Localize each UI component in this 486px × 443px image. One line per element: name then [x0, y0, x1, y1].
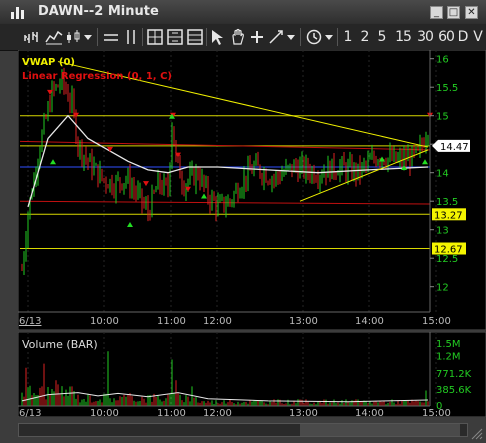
minimize-button[interactable]: _ — [430, 6, 443, 19]
hand-icon[interactable] — [229, 27, 247, 47]
toolbar-separator — [337, 28, 338, 46]
close-button[interactable]: ✕ — [465, 6, 478, 19]
price-tick-label: 14 — [436, 169, 449, 180]
volume-time-tick-label: 13:00 — [289, 408, 318, 417]
interval-30-button[interactable]: 30 — [415, 27, 435, 47]
toolbar-separator — [300, 28, 301, 46]
time-tick-label: 13:00 — [289, 316, 318, 327]
regression-legend: Linear Regression (0, 1, C) — [22, 71, 172, 82]
hline-icon[interactable] — [102, 27, 120, 47]
interval-5-button[interactable]: 5 — [376, 27, 388, 47]
price-tick-label: 15.5 — [436, 83, 458, 94]
volume-time-tick-label: 15:00 — [422, 408, 451, 417]
time-tick-label: 12:00 — [203, 316, 232, 327]
price-tag-label: 12.67 — [434, 245, 463, 256]
volume-tick-label: 771.2K — [436, 369, 472, 380]
candle-chart-icon[interactable] — [64, 27, 84, 47]
volume-tick-label: 1.5M — [436, 339, 461, 350]
title-bar[interactable]: DAWN--2 Minute _ □ ✕ — [0, 0, 486, 25]
price-tag-label: 13.27 — [434, 210, 463, 221]
volume-time-tick-label: 6/13 — [19, 408, 41, 417]
time-tick-label: 11:00 — [157, 316, 186, 327]
bar-chart-icon[interactable] — [22, 27, 42, 47]
layout-icon[interactable] — [186, 27, 204, 47]
volume-chart-panel[interactable]: 1.5M1.2M771.2K385.6K0 6/13 10:00 11:00 12:0… — [18, 332, 486, 417]
chart-window: DAWN--2 Minute _ □ ✕ 1 2 5 15 30 60 D V … — [0, 0, 486, 443]
volume-time-tick-label: 12:00 — [203, 408, 232, 417]
price-tick-label: 15 — [436, 112, 449, 123]
crosshair-icon[interactable] — [249, 27, 265, 47]
price-tick-label: 12.5 — [436, 254, 458, 265]
toolbar: 1 2 5 15 30 60 D V — [0, 24, 486, 51]
price-chart-panel[interactable]: 1615.51514.51413.51312.512 6/1310:0011:0… — [18, 50, 486, 330]
interval-15-button[interactable]: 15 — [393, 27, 413, 47]
dropdown-icon[interactable] — [323, 27, 335, 47]
volume-legend: Volume (BAR) — [22, 338, 98, 351]
vwap-legend: VWAP (0) — [22, 57, 75, 68]
time-tick-label: 14:00 — [355, 316, 384, 327]
toolbar-separator — [97, 28, 98, 46]
status-bar — [0, 418, 486, 443]
price-tick-label: 12 — [436, 283, 449, 294]
volume-time-tick-label: 11:00 — [157, 408, 186, 417]
interval-1-button[interactable]: 1 — [342, 27, 354, 47]
grid-icon[interactable] — [166, 27, 184, 47]
crosshair-grid-icon[interactable] — [146, 27, 164, 47]
interval-60-button[interactable]: 60 — [436, 27, 456, 47]
interval-volume-button[interactable]: V — [472, 27, 484, 47]
dropdown-icon[interactable] — [82, 27, 94, 47]
dropdown-icon[interactable] — [285, 27, 297, 47]
time-tick-label: 6/13 — [19, 316, 41, 327]
volume-tick-label: 1.2M — [436, 351, 461, 362]
resize-grip-icon[interactable] — [470, 427, 484, 441]
price-tag-label: 14.47 — [440, 142, 469, 153]
window-title: DAWN--2 Minute — [38, 4, 159, 19]
line-chart-icon[interactable] — [44, 27, 64, 47]
price-tick-label: 16 — [436, 55, 449, 66]
time-tick-label: 10:00 — [90, 316, 119, 327]
clock-icon[interactable] — [305, 27, 323, 47]
vline-icon[interactable] — [122, 27, 140, 47]
volume-time-tick-label: 10:00 — [90, 408, 119, 417]
volume-tick-label: 385.6K — [436, 385, 472, 396]
interval-2-button[interactable]: 2 — [359, 27, 371, 47]
time-tick-label: 15:00 — [422, 316, 451, 327]
price-tick-label: 13.5 — [436, 197, 458, 208]
toolbar-separator — [206, 28, 207, 46]
toolbar-separator — [142, 28, 143, 46]
scroll-thumb[interactable] — [300, 424, 460, 436]
trendline-icon[interactable] — [267, 27, 285, 47]
chart-app-icon — [11, 7, 24, 19]
price-tick-label: 13 — [436, 226, 449, 237]
volume-time-tick-label: 14:00 — [355, 408, 384, 417]
interval-daily-button[interactable]: D — [457, 27, 469, 47]
maximize-button[interactable]: □ — [447, 6, 460, 19]
pointer-icon[interactable] — [209, 27, 227, 47]
